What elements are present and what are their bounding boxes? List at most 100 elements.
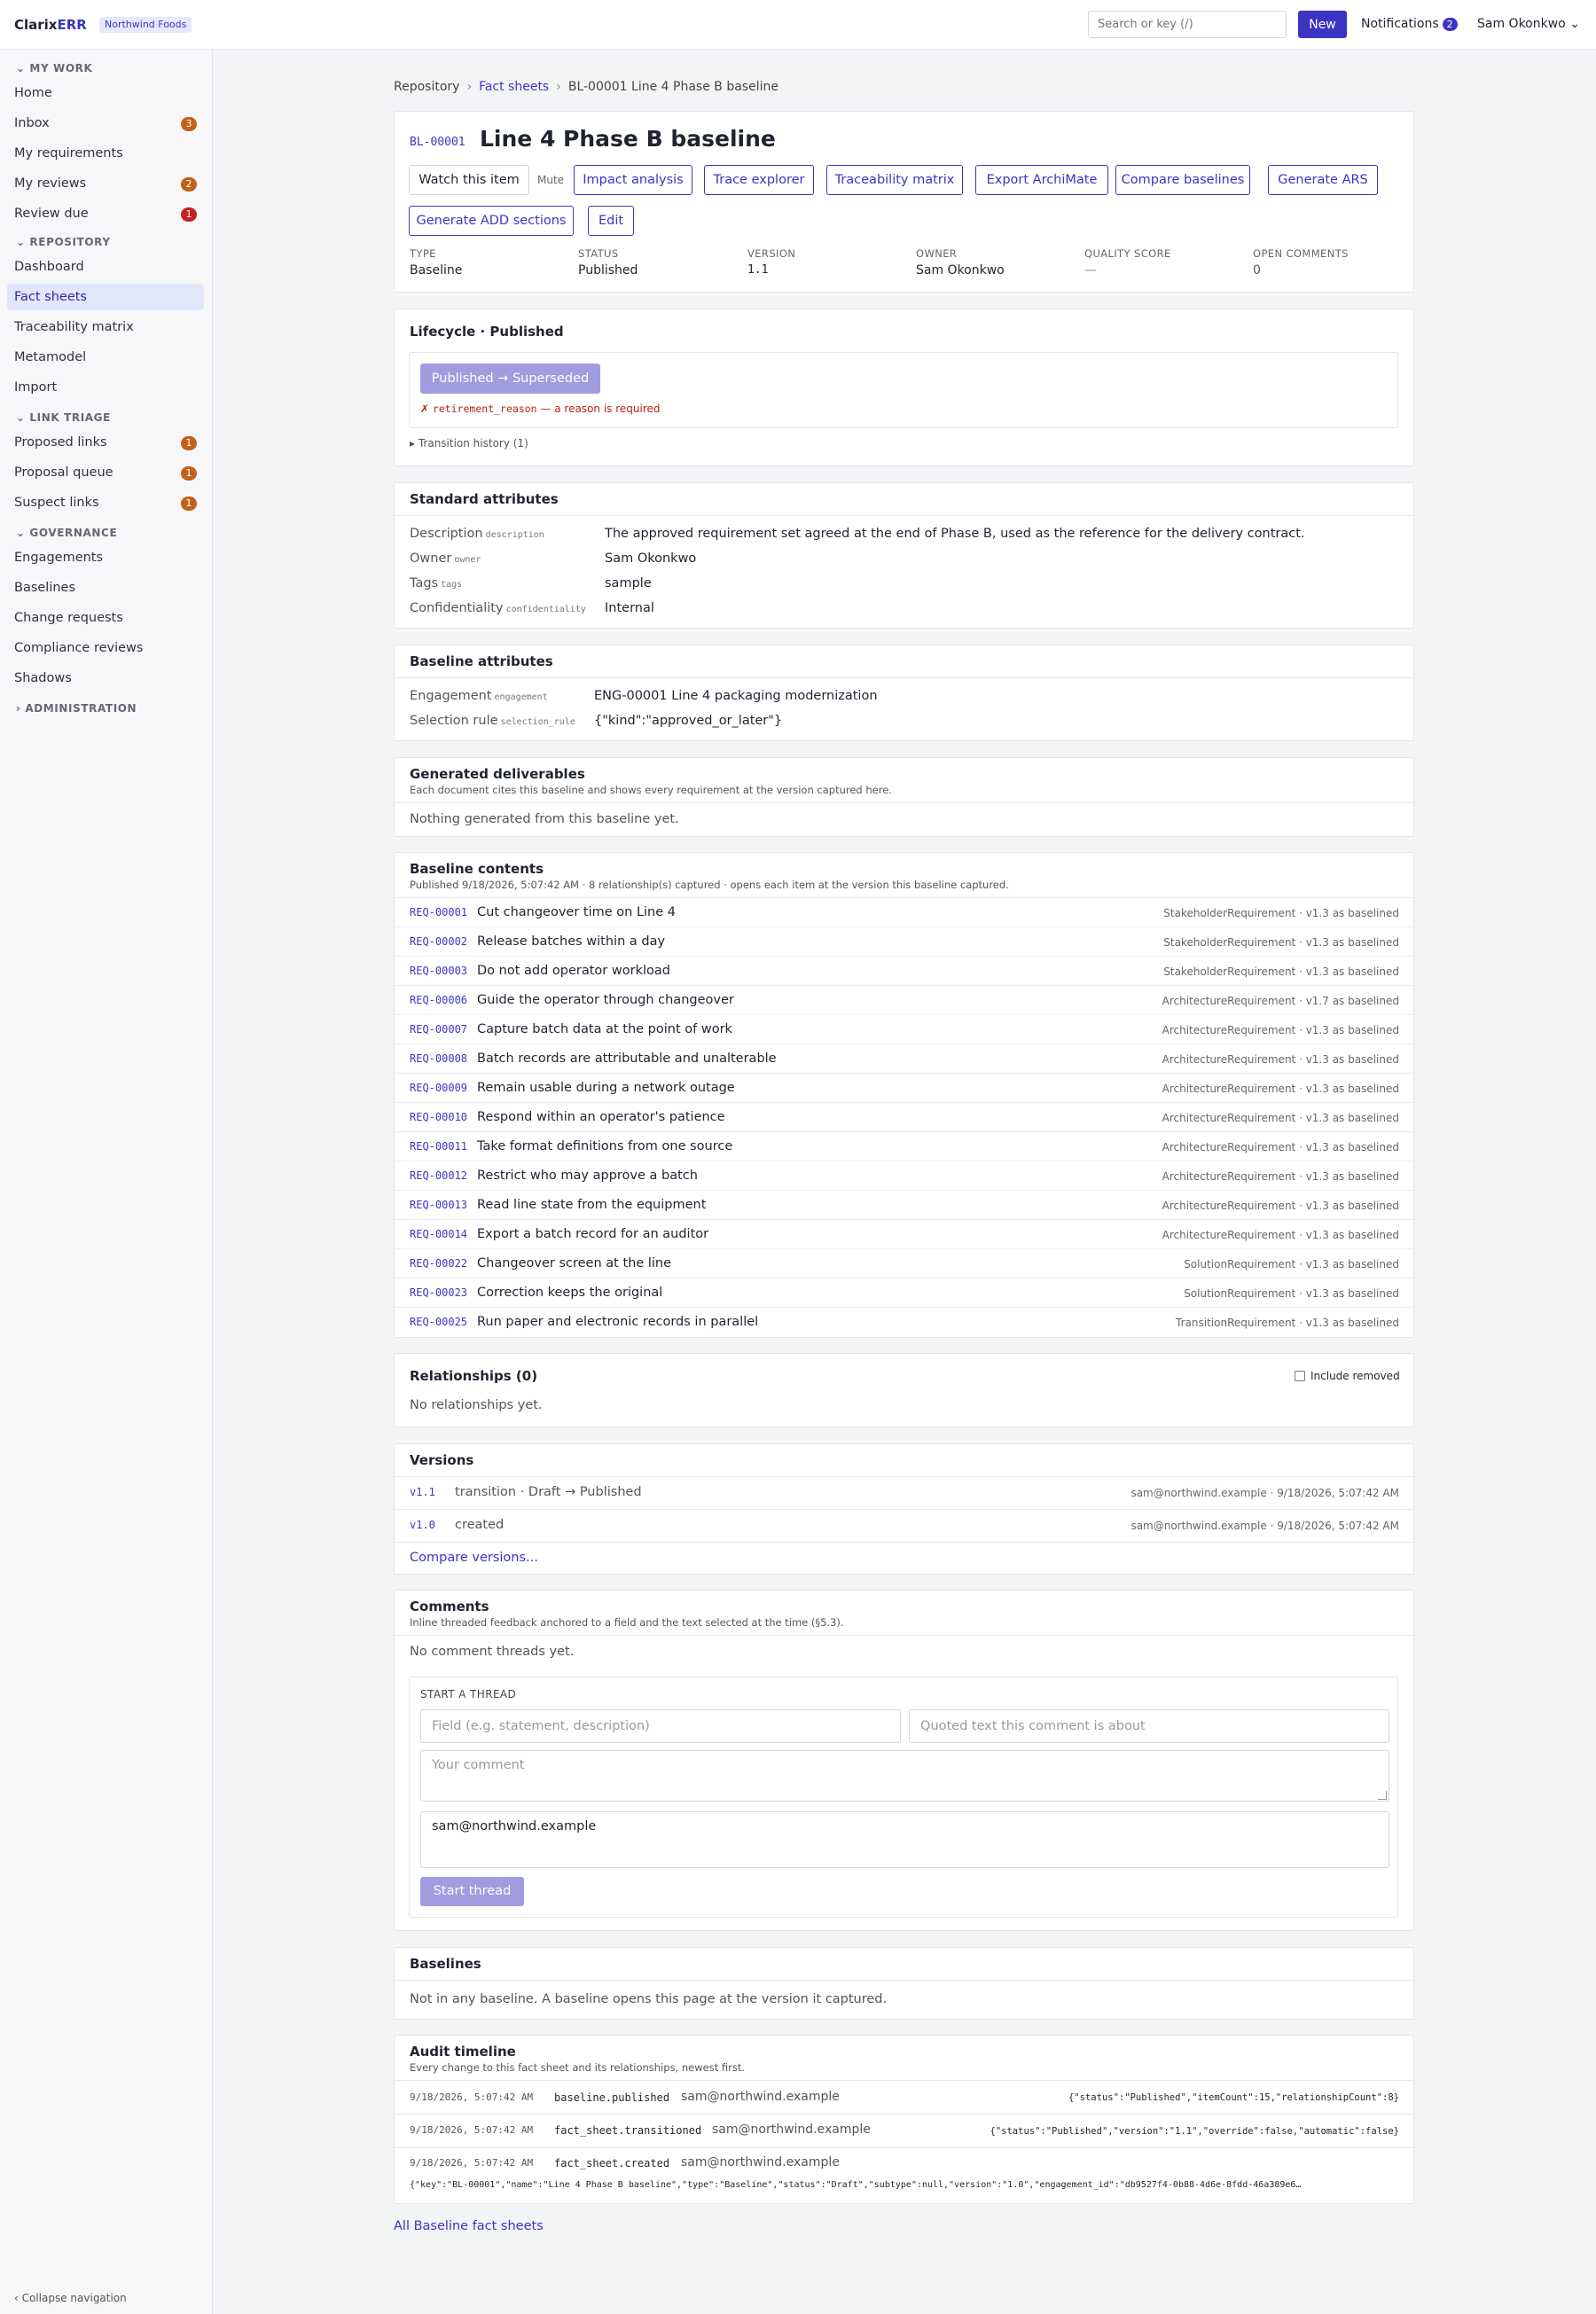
requirement-key-link[interactable]: REQ-00003: [410, 965, 467, 977]
start-thread-button[interactable]: Start thread: [420, 1877, 524, 1906]
requirement-name[interactable]: Export a batch record for an auditor: [477, 1227, 708, 1241]
sidebar-item-fact-sheets[interactable]: Fact sheets: [7, 284, 204, 310]
requirement-key-link[interactable]: REQ-00013: [410, 1199, 467, 1211]
app-logo[interactable]: ClarixERR: [14, 17, 87, 33]
requirement-name[interactable]: Batch records are attributable and unalt…: [477, 1051, 777, 1066]
all-baseline-fact-sheets-link[interactable]: All Baseline fact sheets: [394, 2219, 544, 2233]
requirement-key-link[interactable]: REQ-00002: [410, 935, 467, 948]
requirement-key-link[interactable]: REQ-00011: [410, 1140, 467, 1153]
requirement-key-link[interactable]: REQ-00023: [410, 1286, 467, 1299]
sidebar-item-suspect-links[interactable]: Suspect links 1: [7, 489, 204, 516]
requirement-key-link[interactable]: REQ-00009: [410, 1082, 467, 1094]
requirement-name[interactable]: Remain usable during a network outage: [477, 1081, 735, 1095]
requirement-name[interactable]: Restrict who may approve a batch: [477, 1169, 698, 1183]
requirement-key-link[interactable]: REQ-00025: [410, 1316, 467, 1328]
requirement-key-link[interactable]: REQ-00012: [410, 1169, 467, 1182]
requirement-name[interactable]: Read line state from the equipment: [477, 1198, 706, 1212]
sidebar-item-metamodel[interactable]: Metamodel: [7, 344, 204, 371]
watch-button[interactable]: Watch this item: [409, 165, 529, 195]
contents-row[interactable]: REQ-00001 Cut changeover time on Line 4 St…: [395, 897, 1413, 926]
notifications-button[interactable]: Notifications 2: [1361, 17, 1458, 31]
contents-row[interactable]: REQ-00009 Remain usable during a network …: [395, 1073, 1413, 1102]
contents-row[interactable]: REQ-00023 Correction keeps the original So…: [395, 1278, 1413, 1307]
sidebar-item-my-reviews[interactable]: My reviews 2: [7, 170, 204, 197]
breadcrumb-repository[interactable]: Repository: [394, 80, 459, 94]
requirement-key-link[interactable]: REQ-00001: [410, 906, 467, 919]
compare-baselines-button[interactable]: Compare baselines: [1115, 165, 1250, 195]
contents-row[interactable]: REQ-00007 Capture batch data at the point…: [395, 1014, 1413, 1044]
resize-handle-icon[interactable]: [1378, 1791, 1387, 1800]
version-number[interactable]: v1.0: [410, 1519, 435, 1531]
sidebar-section-repository[interactable]: ⌄ REPOSITORY: [16, 236, 111, 248]
contents-row[interactable]: REQ-00013 Read line state from the equipm…: [395, 1190, 1413, 1219]
requirement-name[interactable]: Respond within an operator's patience: [477, 1110, 725, 1124]
sidebar-item-dashboard[interactable]: Dashboard: [7, 254, 204, 280]
sidebar-item-baselines[interactable]: Baselines: [7, 575, 204, 601]
transition-button[interactable]: Published → Superseded: [420, 364, 600, 394]
breadcrumb-fact-sheets[interactable]: Fact sheets: [479, 80, 549, 94]
version-row[interactable]: v1.0 created sam@northwind.example · 9/1…: [395, 1510, 1413, 1542]
contents-row[interactable]: REQ-00010 Respond within an operator's pa…: [395, 1102, 1413, 1131]
contents-row[interactable]: REQ-00022 Changeover screen at the line So…: [395, 1248, 1413, 1278]
requirement-key-link[interactable]: REQ-00006: [410, 994, 467, 1006]
impact-analysis-button[interactable]: Impact analysis: [574, 165, 692, 195]
comment-field-input[interactable]: Field (e.g. statement, description): [420, 1709, 901, 1743]
contents-row[interactable]: REQ-00006 Guide the operator through chan…: [395, 985, 1413, 1014]
version-number[interactable]: v1.1: [410, 1486, 435, 1498]
comment-textarea[interactable]: Your comment: [420, 1750, 1389, 1802]
requirement-key-link[interactable]: REQ-00008: [410, 1052, 467, 1065]
sidebar-item-change-requests[interactable]: Change requests: [7, 605, 204, 631]
new-button[interactable]: New: [1298, 11, 1347, 38]
sidebar-item-import[interactable]: Import: [7, 374, 204, 401]
traceability-matrix-button[interactable]: Traceability matrix: [826, 165, 963, 195]
user-menu[interactable]: Sam Okonkwo ⌄: [1477, 17, 1580, 31]
include-removed-toggle[interactable]: Include removed: [1295, 1370, 1400, 1382]
sidebar-item-shadows[interactable]: Shadows: [7, 665, 204, 692]
requirement-name[interactable]: Correction keeps the original: [477, 1286, 662, 1300]
requirement-name[interactable]: Guide the operator through changeover: [477, 993, 734, 1007]
requirement-name[interactable]: Changeover screen at the line: [477, 1256, 671, 1270]
requirement-key-link[interactable]: REQ-00022: [410, 1257, 467, 1270]
sidebar-section-link-triage[interactable]: ⌄ LINK TRIAGE: [16, 411, 111, 424]
sidebar-item-compliance-reviews[interactable]: Compliance reviews: [7, 635, 204, 661]
include-removed-checkbox[interactable]: [1295, 1371, 1305, 1381]
requirement-key-link[interactable]: REQ-00007: [410, 1023, 467, 1036]
mute-button[interactable]: Mute: [537, 174, 564, 186]
edit-button[interactable]: Edit: [588, 206, 634, 236]
sidebar-item-proposed-links[interactable]: Proposed links 1: [7, 429, 204, 456]
contents-row[interactable]: REQ-00003 Do not add operator workload Sta…: [395, 956, 1413, 985]
comment-author-field[interactable]: sam@northwind.example: [420, 1811, 1389, 1868]
contents-row[interactable]: REQ-00025 Run paper and electronic record…: [395, 1307, 1413, 1336]
generate-ars-button[interactable]: Generate ARS: [1268, 165, 1378, 195]
contents-row[interactable]: REQ-00002 Release batches within a day Sta…: [395, 926, 1413, 956]
sidebar-item-engagements[interactable]: Engagements: [7, 544, 204, 571]
requirement-key-link[interactable]: REQ-00014: [410, 1228, 467, 1240]
requirement-name[interactable]: Capture batch data at the point of work: [477, 1022, 732, 1036]
generate-add-sections-button[interactable]: Generate ADD sections: [409, 206, 574, 236]
sidebar-item-proposal-queue[interactable]: Proposal queue 1: [7, 459, 204, 486]
requirement-key-link[interactable]: REQ-00010: [410, 1111, 467, 1123]
requirement-name[interactable]: Take format definitions from one source: [477, 1139, 732, 1153]
sidebar-item-inbox[interactable]: Inbox 3: [7, 110, 204, 137]
contents-row[interactable]: REQ-00014 Export a batch record for an au…: [395, 1219, 1413, 1248]
version-row[interactable]: v1.1 transition · Draft → Published sam@…: [395, 1477, 1413, 1509]
sidebar-item-home[interactable]: Home: [7, 80, 204, 106]
sidebar-section-my-work[interactable]: ⌄ MY WORK: [16, 62, 92, 74]
sidebar-section-governance[interactable]: ⌄ GOVERNANCE: [16, 527, 117, 539]
export-archimate-button[interactable]: Export ArchiMate: [975, 165, 1108, 195]
contents-row[interactable]: REQ-00012 Restrict who may approve a batc…: [395, 1161, 1413, 1190]
contents-row[interactable]: REQ-00008 Batch records are attributable …: [395, 1044, 1413, 1073]
collapse-navigation-link[interactable]: ‹ Collapse navigation: [14, 2292, 127, 2304]
quoted-text-input[interactable]: Quoted text this comment is about: [909, 1709, 1389, 1743]
trace-explorer-button[interactable]: Trace explorer: [704, 165, 814, 195]
attr-engagement-value[interactable]: ENG-00001 Line 4 packaging modernization: [594, 689, 878, 703]
sidebar-item-traceability-matrix[interactable]: Traceability matrix: [7, 314, 204, 340]
search-input[interactable]: [1088, 11, 1287, 38]
sidebar-item-review-due[interactable]: Review due 1: [7, 200, 204, 227]
requirement-name[interactable]: Do not add operator workload: [477, 964, 670, 978]
requirement-name[interactable]: Cut changeover time on Line 4: [477, 905, 676, 919]
contents-row[interactable]: REQ-00011 Take format definitions from on…: [395, 1131, 1413, 1161]
sidebar-section-administration[interactable]: › ADMINISTRATION: [16, 702, 137, 715]
requirement-name[interactable]: Run paper and electronic records in para…: [477, 1315, 758, 1329]
transition-history-toggle[interactable]: ▸ Transition history (1): [410, 437, 528, 450]
